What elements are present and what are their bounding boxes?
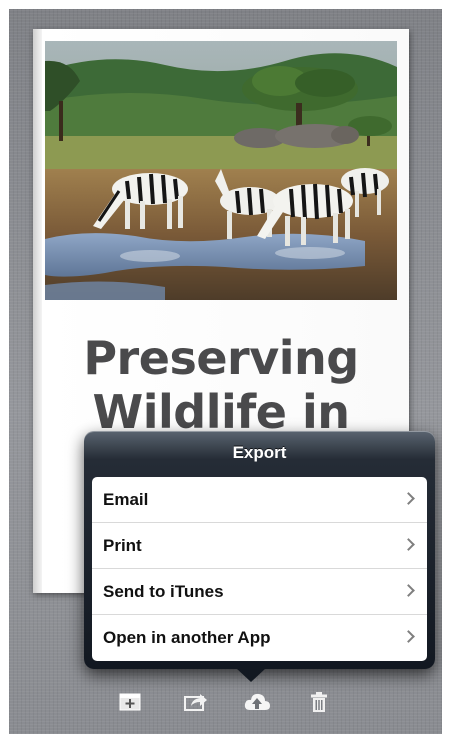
- option-label: Email: [103, 490, 149, 509]
- zebra-waterhole-photo: [45, 41, 397, 300]
- export-email-option[interactable]: Email: [92, 477, 427, 523]
- chevron-right-icon: [402, 584, 415, 597]
- export-options-list: Email Print Send to iTunes Open in anoth…: [92, 477, 427, 661]
- add-page-icon[interactable]: [115, 687, 145, 717]
- app-screen: Preserving Wildlife in Export Email Prin…: [9, 9, 442, 734]
- chevron-right-icon: [402, 492, 415, 505]
- popover-title: Export: [232, 443, 287, 462]
- trash-icon[interactable]: [304, 687, 334, 717]
- book-title: Preserving Wildlife in: [83, 331, 359, 439]
- chevron-right-icon: [402, 538, 415, 551]
- popover-arrow: [236, 668, 266, 682]
- book-spine: [33, 29, 42, 593]
- export-print-option[interactable]: Print: [92, 523, 427, 569]
- option-label: Send to iTunes: [103, 582, 224, 601]
- cloud-export-icon[interactable]: [242, 687, 272, 717]
- bottom-toolbar: [9, 687, 442, 717]
- export-popover: Export Email Print Send to iTunes Open i…: [84, 431, 435, 682]
- export-itunes-option[interactable]: Send to iTunes: [92, 569, 427, 615]
- cover-photo: [45, 41, 397, 300]
- option-label: Print: [103, 536, 142, 555]
- export-open-in-app-option[interactable]: Open in another App: [92, 615, 427, 661]
- share-icon[interactable]: [180, 687, 210, 717]
- chevron-right-icon: [402, 630, 415, 643]
- option-label: Open in another App: [103, 628, 271, 647]
